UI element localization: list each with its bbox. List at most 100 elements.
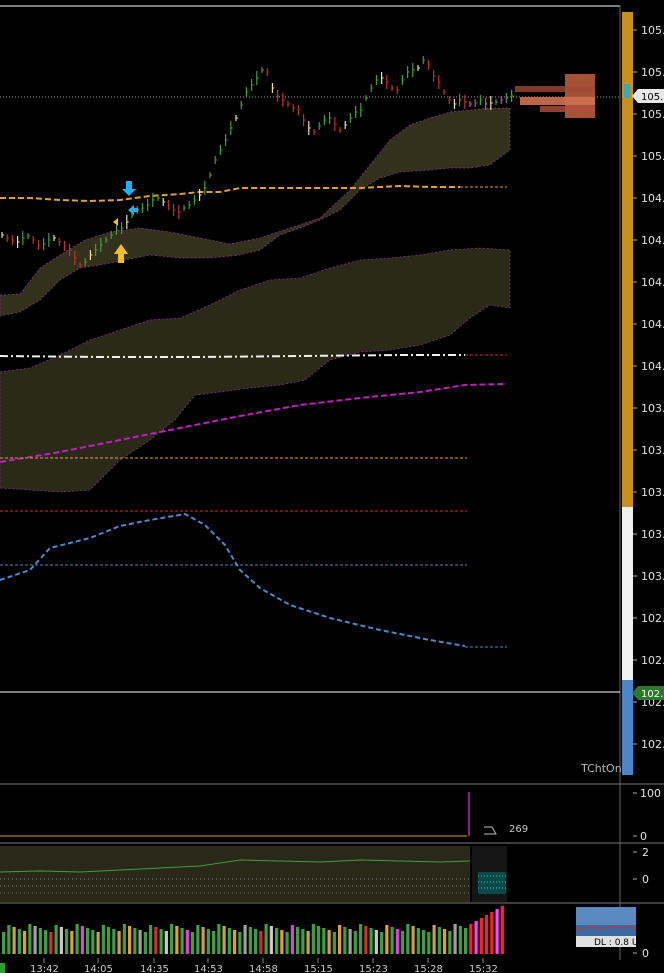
time-axis: 13:42 14:05 14:35 14:53 14:58 15:15 15:23 15:28… — [30, 958, 498, 973]
volume-bar — [91, 930, 95, 954]
marker-tag-value: 102. — [641, 689, 663, 700]
oscillator-panel-2: 2 0 — [0, 846, 649, 902]
price-axis-label: 102. — [641, 654, 664, 667]
volume-bar — [432, 925, 436, 954]
volume-bar — [401, 931, 405, 954]
price-axis-label: 102. — [641, 738, 664, 751]
volume-bar — [38, 928, 42, 954]
price-axis-label: 103. — [641, 402, 664, 415]
volume-bar — [80, 926, 84, 954]
volume-bar — [495, 909, 499, 954]
time-axis-label: 14:53 — [194, 964, 223, 973]
volume-bar — [490, 912, 494, 954]
price-axis-label: 103. — [641, 570, 664, 583]
oscillator-panel-1: 269 100 0 — [0, 787, 661, 843]
axis-strip-white — [622, 507, 633, 680]
green-price-tag: 102. — [632, 686, 664, 700]
last-price-value: 105. — [641, 92, 663, 103]
price-axis-label: 105. — [641, 24, 664, 37]
volume-bar — [70, 931, 74, 954]
time-axis-label: 13:42 — [30, 964, 59, 973]
volume-bar — [59, 927, 63, 954]
price-axis-label: 105.4 — [641, 66, 664, 79]
price-axis-label: 104. — [641, 192, 664, 205]
osc2-tick-bottom: 0 — [642, 873, 649, 886]
volume-bar — [201, 927, 205, 954]
panel-frames — [0, 5, 664, 960]
volume-bar — [54, 925, 58, 954]
time-axis-label: 14:05 — [84, 964, 113, 973]
volume-bar — [180, 928, 184, 954]
price-axis-label: 103. — [641, 528, 664, 541]
volume-tick-zero: 0 — [642, 947, 649, 960]
volume-bar — [122, 924, 126, 954]
price-axis-label: 104. — [641, 318, 664, 331]
volume-bar — [343, 927, 347, 954]
volume-bar — [464, 928, 468, 954]
volume-bar — [380, 932, 384, 954]
volume-bar — [117, 931, 121, 954]
volume-bar — [196, 925, 200, 954]
volume-bar — [149, 925, 153, 954]
price-axis: 105. 105.4 105.2 105. 104. 104. 104. 104. 104. 10… — [633, 24, 664, 751]
volume-bar — [238, 932, 242, 954]
indicator-bands — [0, 107, 511, 493]
volume-bar — [96, 932, 100, 954]
price-axis-label: 103. — [641, 444, 664, 457]
chart-canvas[interactable]: 105.105.4105.2105.104.104.104.104.104.10… — [0, 0, 664, 973]
volume-bar — [485, 915, 489, 954]
volume-bar — [385, 925, 389, 954]
blue-down-arrow-icon — [122, 181, 136, 196]
time-axis-label: 14:58 — [249, 964, 278, 973]
volume-bar — [248, 927, 252, 954]
volume-bar — [479, 918, 483, 954]
volume-bar — [233, 930, 237, 954]
volume-bar — [332, 932, 336, 954]
volume-bar — [353, 931, 357, 954]
volume-bar — [458, 926, 462, 954]
time-axis-label: 15:32 — [469, 964, 498, 973]
time-axis-handle[interactable] — [0, 963, 5, 973]
volume-bar — [348, 929, 352, 954]
volume-bar — [327, 930, 331, 954]
volume-bar — [285, 932, 289, 954]
time-axis-label: 14:35 — [140, 964, 169, 973]
volume-bar — [264, 924, 268, 954]
volume-bar — [185, 930, 189, 954]
volume-bar — [437, 927, 441, 954]
volume-bar — [175, 926, 179, 954]
volume-bar — [416, 928, 420, 954]
volume-bar — [112, 929, 116, 954]
volume-bar — [290, 925, 294, 954]
volume-bar — [206, 929, 210, 954]
volume-bar — [138, 930, 142, 954]
volume-bar — [453, 924, 457, 954]
volume-bar — [243, 925, 247, 954]
volume-bar — [217, 924, 221, 954]
osc2-tick-top: 2 — [642, 846, 649, 859]
chart-watermark: TChtOn — [580, 762, 622, 775]
volume-bar — [191, 932, 195, 954]
axis-scroll-thumb[interactable] — [624, 84, 630, 98]
volume-bar — [427, 932, 431, 954]
volume-bar — [422, 930, 426, 954]
volume-bar — [33, 926, 37, 954]
volume-bar — [317, 926, 321, 954]
volume-bar — [44, 930, 48, 954]
volume-bar — [49, 932, 53, 954]
volume-bar — [23, 931, 27, 954]
osc1-tick-bottom: 0 — [640, 830, 647, 843]
last-price-tag: 105. — [632, 89, 664, 103]
volume-panel — [2, 906, 504, 954]
volume-bar — [65, 929, 69, 954]
volume-bar — [227, 928, 231, 954]
volume-bar — [143, 932, 147, 954]
oscillator-1-value: 269 — [509, 824, 528, 835]
volume-bar — [75, 924, 79, 954]
volume-bar — [269, 926, 273, 954]
volume-bar — [296, 927, 300, 954]
volume-bar — [280, 930, 284, 954]
volume-bar — [28, 924, 32, 954]
blue-trend-line — [0, 512, 466, 647]
volume-mini-panel: DL : 0.8 UL : 0 — [575, 907, 658, 948]
